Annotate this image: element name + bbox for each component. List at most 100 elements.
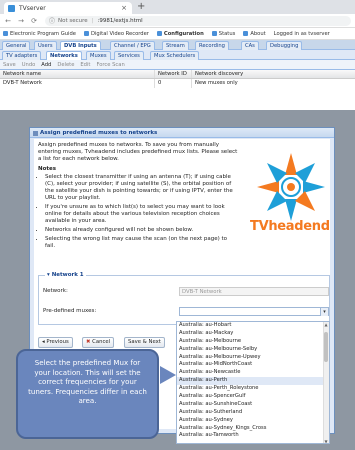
- dropdown-option[interactable]: Australia: au-Sutherland: [177, 409, 329, 417]
- cell-network-name: DVB-T Network: [0, 79, 155, 88]
- tab-stream[interactable]: Stream: [162, 41, 189, 50]
- dialog-title: Assign predefined muxes to networks: [40, 130, 158, 136]
- info-icon[interactable]: ⓘ: [49, 16, 55, 25]
- tab-services[interactable]: Services: [114, 51, 144, 60]
- tab-tv-adapters[interactable]: TV adapters: [2, 51, 42, 60]
- fieldset-legend[interactable]: ▾ Network 1: [45, 272, 86, 278]
- undo-button[interactable]: Undo: [22, 62, 36, 68]
- intro-text: Assign predefined muxes to networks. To …: [38, 142, 238, 162]
- column-network-id[interactable]: Network ID: [155, 70, 192, 78]
- not-secure-label: Not secure: [58, 17, 88, 24]
- wizard-icon: [33, 131, 38, 136]
- epg-icon: [3, 31, 8, 36]
- new-tab-icon[interactable]: +: [137, 1, 145, 12]
- tab-channel-epg[interactable]: Channel / EPG: [110, 41, 155, 50]
- logged-in-label: Logged in as tvserver: [273, 30, 330, 37]
- networks-grid: Network name Network ID Network discover…: [0, 70, 355, 110]
- tab-users[interactable]: Users: [34, 41, 57, 50]
- delete-button[interactable]: Delete: [57, 62, 74, 68]
- save-button[interactable]: Save: [3, 62, 16, 68]
- menu-about[interactable]: About: [243, 31, 266, 37]
- note-item: Networks already configured will not be …: [45, 227, 238, 234]
- grid-header: Network name Network ID Network discover…: [0, 70, 355, 79]
- scrollbar-thumb[interactable]: [324, 332, 328, 362]
- previous-button[interactable]: ◂ Previous: [38, 337, 73, 348]
- dropdown-option[interactable]: Australia: au-Melbourne-Selby: [177, 346, 329, 354]
- tvheadend-wordmark: TVheadend: [250, 219, 330, 234]
- notes-heading: Notes: [38, 166, 57, 172]
- main-menu-bar: Electronic Program Guide Digital Video R…: [0, 28, 355, 40]
- cancel-button[interactable]: ✖ Cancel: [82, 337, 115, 348]
- url-text: :9981/extjs.html: [97, 17, 143, 24]
- predefined-muxes-label: Pre-defined muxes:: [43, 308, 97, 314]
- tvheadend-favicon-icon: [8, 4, 15, 12]
- tab-mux-schedulers[interactable]: Mux Schedulers: [150, 51, 200, 60]
- grid-toolbar: Save Undo Add Delete Edit Force Scan: [0, 60, 355, 70]
- gear-icon: [156, 31, 162, 36]
- callout-arrow: [160, 366, 176, 384]
- url-field[interactable]: ⓘ Not secure | :9981/extjs.html: [45, 15, 351, 26]
- cell-network-discovery: New muxes only: [195, 80, 238, 86]
- browser-tab[interactable]: TVserver ×: [4, 2, 132, 14]
- table-row[interactable]: DVB-T Network 0 New muxes only: [0, 79, 355, 88]
- column-network-name[interactable]: Network name: [0, 70, 155, 78]
- close-tab-icon[interactable]: ×: [121, 4, 127, 12]
- tab-recording[interactable]: Recording: [195, 41, 229, 50]
- instruction-callout: Select the predefined Mux for your locat…: [16, 349, 159, 439]
- add-button[interactable]: Add: [41, 62, 51, 68]
- dropdown-option[interactable]: Australia: au-Newcastle: [177, 369, 329, 377]
- dropdown-option[interactable]: Australia: au-Tamworth: [177, 432, 329, 440]
- status-icon: [211, 31, 217, 36]
- browser-tabstrip: TVserver × +: [0, 0, 355, 14]
- predefined-muxes-select[interactable]: ▾: [179, 307, 329, 316]
- about-icon: [243, 31, 249, 36]
- network-label: Network:: [43, 288, 68, 294]
- dropdown-option[interactable]: Australia: au-SunshineCoast: [177, 401, 329, 409]
- tab-cas[interactable]: CAs: [241, 41, 259, 50]
- menu-status[interactable]: Status: [211, 31, 235, 37]
- scroll-up-icon[interactable]: ▲: [323, 322, 329, 328]
- muxes-dropdown-list[interactable]: Australia: au-Hobart Australia: au-Mackay…: [176, 321, 330, 444]
- tab-debugging[interactable]: Debugging: [266, 41, 303, 50]
- url-separator: |: [91, 17, 94, 24]
- menu-configuration[interactable]: Configuration: [156, 31, 204, 37]
- note-item: Selecting the wrong list may cause the s…: [45, 236, 238, 250]
- dialog-description: Assign predefined muxes to networks. To …: [38, 142, 238, 252]
- menu-dvr[interactable]: Digital Video Recorder: [84, 31, 149, 37]
- forward-icon[interactable]: →: [16, 17, 26, 25]
- menu-epg[interactable]: Electronic Program Guide: [3, 31, 76, 37]
- tab-title: TVserver: [19, 4, 46, 12]
- tab-dvb-inputs[interactable]: DVB Inputs: [60, 41, 101, 50]
- dvb-subtabs: TV adapters Networks Muxes Services Mux …: [0, 50, 355, 60]
- back-icon[interactable]: ←: [3, 17, 13, 25]
- tab-networks[interactable]: Networks: [46, 51, 82, 60]
- config-tabs: General Users DVB Inputs Channel / EPG S…: [0, 40, 355, 50]
- dropdown-scrollbar[interactable]: ▲ ▼: [323, 322, 329, 443]
- edit-button[interactable]: Edit: [80, 62, 90, 68]
- dropdown-option[interactable]: Australia: au-Melbourne: [177, 338, 329, 346]
- dropdown-option[interactable]: Australia: au-Sydney: [177, 417, 329, 425]
- note-item: Select the closest transmitter if using …: [45, 174, 238, 202]
- dropdown-option[interactable]: Australia: au-Sydney_Kings_Cross: [177, 425, 329, 433]
- dropdown-option[interactable]: Australia: au-Melbourne-Upwey: [177, 354, 329, 362]
- tab-general[interactable]: General: [2, 41, 31, 50]
- dropdown-option[interactable]: Australia: au-SpencerGulf: [177, 393, 329, 401]
- scroll-down-icon[interactable]: ▼: [323, 439, 329, 443]
- notes-list: Select the closest transmitter if using …: [45, 174, 238, 250]
- reload-icon[interactable]: ⟳: [29, 17, 39, 25]
- dropdown-option[interactable]: Australia: au-Hobart: [177, 322, 329, 330]
- dropdown-option[interactable]: Australia: au-Perth_Roleystone: [177, 385, 329, 393]
- network-field: DVB-T Network: [179, 287, 329, 296]
- save-next-button[interactable]: Save & Next: [124, 337, 165, 348]
- column-network-discovery[interactable]: Network discovery: [192, 70, 355, 78]
- chevron-down-icon[interactable]: ▾: [320, 308, 328, 316]
- dvr-icon: [84, 31, 89, 36]
- dropdown-option[interactable]: Australia: au-Perth: [177, 377, 329, 386]
- force-scan-button[interactable]: Force Scan: [96, 62, 124, 68]
- dropdown-option[interactable]: Australia: au-Mackay: [177, 330, 329, 338]
- dropdown-option[interactable]: Australia: au-MidNorthCoast: [177, 361, 329, 369]
- address-bar: ← → ⟳ ⓘ Not secure | :9981/extjs.html: [0, 14, 355, 28]
- tab-muxes[interactable]: Muxes: [86, 51, 111, 60]
- note-item: If you're unsure as to which list(s) to …: [45, 204, 238, 225]
- dialog-title-bar: Assign predefined muxes to networks: [30, 128, 334, 138]
